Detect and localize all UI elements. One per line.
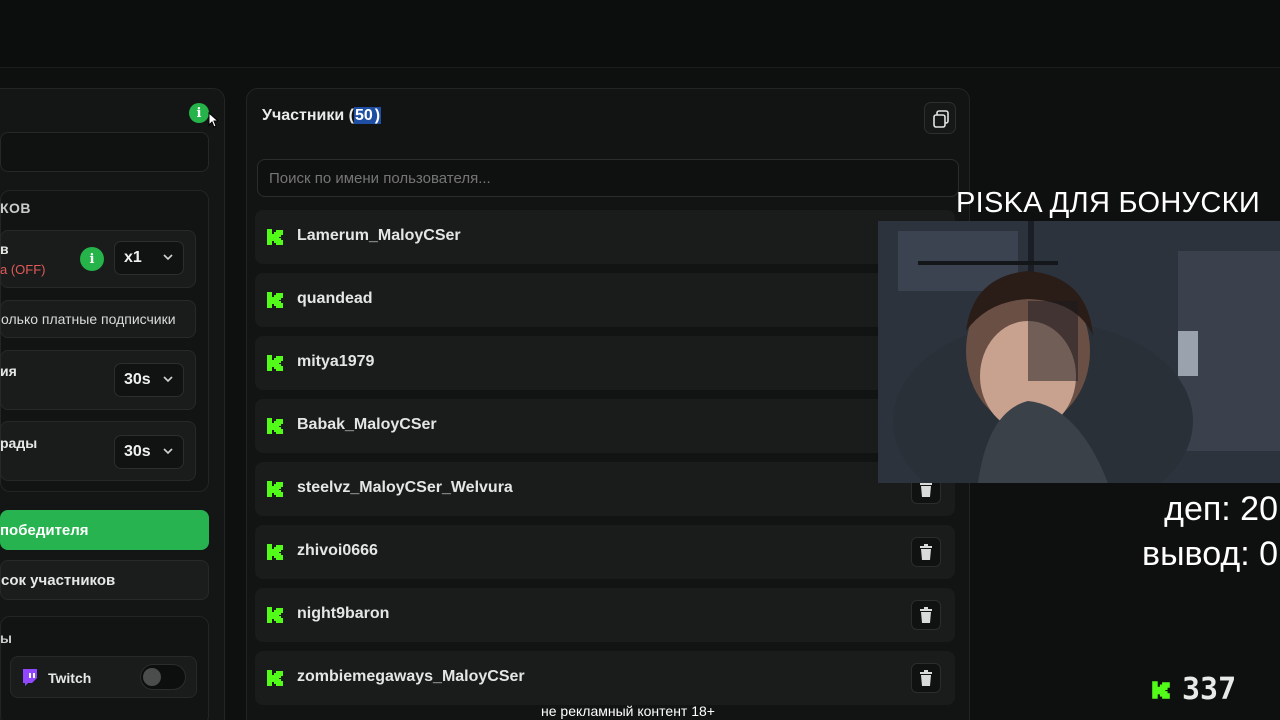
- twitch-icon: [23, 669, 37, 686]
- participants-count-open: (: [344, 107, 354, 124]
- timer1-label: ия: [0, 363, 17, 379]
- overlay-title: PISKA ДЛЯ БОНУСКИ: [956, 187, 1260, 219]
- participant-row[interactable]: quandead: [255, 273, 955, 327]
- multiplier-select[interactable]: x1: [114, 241, 184, 275]
- trash-icon: [920, 607, 932, 623]
- twitch-toggle[interactable]: [140, 664, 186, 690]
- kick-icon: [267, 607, 283, 623]
- participants-list-label: сок участников: [1, 571, 116, 589]
- participants-count: 50: [354, 107, 374, 124]
- top-bar: [0, 0, 1280, 68]
- footer-disclaimer: не рекламный контент 18+: [541, 703, 715, 719]
- timer1-value: 30s: [124, 371, 151, 388]
- participants-title-text: Участники: [262, 107, 345, 124]
- participant-name: quandead: [297, 290, 373, 307]
- participant-name: Babak_MaloyCSer: [297, 416, 437, 433]
- participant-row[interactable]: zombiemegaways_MaloyCSer: [255, 651, 955, 705]
- participant-name: Lamerum_MaloyCSer: [297, 227, 461, 244]
- participant-row[interactable]: Babak_MaloyCSer: [255, 399, 955, 453]
- paid-only-option[interactable]: олько платные подписчики: [0, 300, 196, 338]
- participant-name: night9baron: [297, 605, 390, 622]
- participant-name: steelvz_MaloyCSer_Welvura: [297, 479, 513, 496]
- delete-button[interactable]: [911, 663, 941, 693]
- delete-button[interactable]: [911, 600, 941, 630]
- score-value: 337: [1182, 672, 1237, 707]
- participants-list-button[interactable]: сок участников: [0, 560, 209, 600]
- participant-row[interactable]: steelvz_MaloyCSer_Welvura: [255, 462, 955, 516]
- participant-name: zhivoi0666: [297, 542, 378, 559]
- delete-button[interactable]: [911, 537, 941, 567]
- kick-icon: [267, 481, 283, 497]
- participants-title: Участники (50): [262, 107, 382, 125]
- kick-icon: [267, 229, 283, 245]
- copy-button[interactable]: [924, 102, 956, 134]
- chevron-down-icon: [162, 251, 174, 266]
- trash-icon: [920, 544, 932, 560]
- participant-name: zombiemegaways_MaloyCSer: [297, 668, 525, 685]
- settings-section-title: КОВ: [0, 200, 32, 216]
- trash-icon: [920, 670, 932, 686]
- info-icon[interactable]: i: [189, 103, 209, 123]
- deposit-text: деп: 20: [1164, 490, 1278, 528]
- participant-row[interactable]: zhivoi0666: [255, 525, 955, 579]
- twitch-label: Twitch: [48, 670, 92, 686]
- timer2-value: 30s: [124, 443, 151, 460]
- copy-icon: [933, 110, 949, 128]
- kick-icon: [267, 355, 283, 371]
- multiplier-status: а (OFF): [0, 262, 46, 277]
- timer2-label: рады: [0, 435, 38, 451]
- chevron-down-icon: [162, 373, 174, 388]
- participant-row[interactable]: night9baron: [255, 588, 955, 642]
- kick-icon: [267, 670, 283, 686]
- left-text-field[interactable]: [0, 132, 209, 172]
- multiplier-info-icon[interactable]: i: [80, 247, 104, 271]
- score-counter: 337: [1150, 672, 1236, 707]
- trash-icon: [920, 481, 932, 497]
- kick-icon: [267, 544, 283, 560]
- withdraw-text: вывод: 0: [1142, 535, 1278, 573]
- webcam-image: [878, 221, 1280, 483]
- participant-row[interactable]: mitya1979: [255, 336, 955, 390]
- timer2-select[interactable]: 30s: [114, 435, 184, 469]
- mouse-cursor-icon: [208, 112, 218, 128]
- kick-icon: [267, 418, 283, 434]
- participants-count-close: ): [373, 107, 382, 124]
- paid-only-label: олько платные подписчики: [1, 311, 176, 327]
- pick-winner-button[interactable]: победителя: [0, 510, 209, 550]
- kick-icon: [267, 292, 283, 308]
- multiplier-value: x1: [124, 249, 142, 266]
- platforms-title: ы: [0, 630, 12, 646]
- timer1-select[interactable]: 30s: [114, 363, 184, 397]
- webcam-feed: [878, 221, 1280, 483]
- kick-logo-icon: [1152, 680, 1170, 699]
- chevron-down-icon: [162, 445, 174, 460]
- pick-winner-label: победителя: [0, 521, 89, 539]
- search-input[interactable]: [257, 159, 959, 197]
- participant-name: mitya1979: [297, 353, 375, 370]
- multiplier-label: в: [0, 241, 9, 257]
- participant-row[interactable]: Lamerum_MaloyCSer: [255, 210, 955, 264]
